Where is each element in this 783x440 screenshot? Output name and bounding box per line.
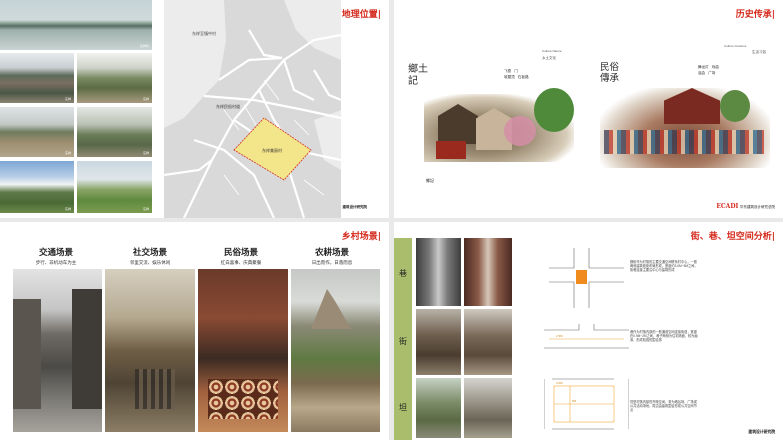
street-photo xyxy=(416,309,461,375)
culture-customs-collage xyxy=(594,70,774,170)
logo-brand: ECADI xyxy=(716,203,739,210)
item-label: 门 xyxy=(514,69,518,73)
column-subheading: 红白喜事、庆典聚餐 xyxy=(220,260,262,265)
farming-scene-photo xyxy=(291,269,380,432)
lake-photo: 东祥村 xyxy=(0,0,152,50)
institute-logo: 建筑设计研究院 xyxy=(748,430,775,434)
page-title: 地理位置| xyxy=(341,10,381,20)
footer-mark: 鄉記 xyxy=(426,178,434,183)
street-photo xyxy=(464,309,512,375)
item-label: 戏曲 xyxy=(711,65,719,69)
section-heading: Culture Nature xyxy=(542,49,562,53)
right-items: 舞龙灯 戏曲 庙会 广场 xyxy=(698,64,768,76)
village-photo: 东祥 xyxy=(77,53,152,103)
calligraphy-right: 民俗傳承 xyxy=(600,62,620,84)
photo-caption: 东祥 xyxy=(64,207,71,211)
village-photo: 东祥 xyxy=(77,107,152,157)
history-panel: 历史传承| 鄉土記 Culture Nature 乡土文化 飞檐 门 坡屋顶 石… xyxy=(394,0,783,218)
left-items: 飞檐 门 坡屋顶 石板路 xyxy=(504,68,564,80)
institute-logo: 建筑设计研究院 xyxy=(342,205,368,209)
calligraphy-left: 鄉土記 xyxy=(408,64,428,87)
column-heading: 社交场景 xyxy=(132,248,167,258)
section-heading: Culture Customs xyxy=(724,44,747,48)
lane-photo xyxy=(416,238,461,306)
section-note: 生活习俗 xyxy=(752,50,766,54)
photo-caption: 东祥 xyxy=(142,97,149,101)
photo-caption: 东祥 xyxy=(142,151,149,155)
field-photo: 东祥 xyxy=(0,161,74,213)
square-label: 坦 xyxy=(399,403,407,412)
scenes-panel: 乡村场景| 交通场景 步行、非机动车为主 社交场景 邻里交流、娱乐休闲 民俗场景… xyxy=(0,222,389,440)
lane-diagram xyxy=(549,248,624,308)
ecadi-logo: ECADI 华东建筑设计研究总院 xyxy=(716,203,775,210)
item-label: 舞龙灯 xyxy=(698,65,709,69)
page-title: 乡村场景| xyxy=(341,232,381,242)
street-label: 街 xyxy=(399,337,407,346)
photo-caption: 东祥 xyxy=(64,97,71,101)
item-label: 庙会 xyxy=(698,71,706,75)
traffic-scene-photo xyxy=(13,269,102,432)
location-map: 东祥至镇中村 东祥民俗村道 东祥美丽村 xyxy=(164,0,341,218)
culture-nature-collage xyxy=(416,66,576,166)
page-title: 街、巷、坦空间分析| xyxy=(690,232,775,242)
photo-caption: 东祥 xyxy=(64,151,71,155)
square-photo xyxy=(416,378,461,438)
dimension-label: 2.5M xyxy=(556,334,563,338)
item-label: 广场 xyxy=(708,71,716,75)
column-subheading: 日出而作，日落而息 xyxy=(311,260,353,265)
map-label: 东祥民俗村道 xyxy=(216,103,240,109)
folk-scene-photo xyxy=(198,269,288,432)
highlight-zone xyxy=(576,270,587,284)
square-description: 坦是村落内部的开敞空间，常为晒谷场、广场或公共活动场地，周边由建筑围合形成公共空… xyxy=(630,400,697,413)
lane-label: 巷 xyxy=(399,269,407,278)
lane-photo xyxy=(464,238,512,306)
dimension-label: 3.0M xyxy=(556,381,563,385)
page-title: 历史传承| xyxy=(735,10,775,20)
dimension-label: 5M xyxy=(572,399,577,403)
map-label: 东祥至镇中村 xyxy=(192,30,216,36)
social-scene-photo xyxy=(105,269,195,432)
street-description: 巷作为村落内部的一般通道空间连接街道，宽度在0.9M~2M之间，巷子两侧为住宅墙… xyxy=(630,330,698,343)
space-analysis-panel: 街、巷、坦空间分析| 巷 街 坦 横街作为村落的主要交通空间联系村中心，一般两侧… xyxy=(394,222,783,440)
item-label: 石板路 xyxy=(517,75,529,79)
column-heading: 民俗场景 xyxy=(223,248,258,258)
location-panel: 东祥村 东祥 东祥 东祥 东祥 东祥 东祥 东祥至镇中村 东祥民俗村道 东祥美丽… xyxy=(0,0,389,218)
street-diagram: 2.5M xyxy=(544,324,629,349)
column-subheading: 步行、非机动车为主 xyxy=(35,260,77,265)
village-photo: 东祥 xyxy=(0,107,74,157)
item-label: 飞檐 xyxy=(504,69,512,73)
section-note: 乡土文化 xyxy=(542,56,556,60)
item-label: 坡屋顶 xyxy=(504,75,515,79)
logo-text: 华东建筑设计研究总院 xyxy=(740,205,775,209)
photo-caption: 东祥村 xyxy=(139,44,149,48)
column-heading: 交通场景 xyxy=(38,248,73,258)
village-label: 东祥美丽村 xyxy=(262,147,282,153)
column-heading: 农耕场景 xyxy=(314,248,349,258)
square-photo xyxy=(464,378,512,438)
photo-caption: 东祥 xyxy=(142,207,149,211)
column-subheading: 邻里交流、娱乐休闲 xyxy=(129,260,171,265)
lane-description: 横街作为村落的主要交通空间联系村中心，一般两侧建筑临街布局形成。宽度约3.0M~… xyxy=(630,260,698,273)
square-diagram: 3.0M 5M xyxy=(544,378,629,430)
field-photo: 东祥 xyxy=(77,161,152,213)
village-photo: 东祥 xyxy=(0,53,74,103)
